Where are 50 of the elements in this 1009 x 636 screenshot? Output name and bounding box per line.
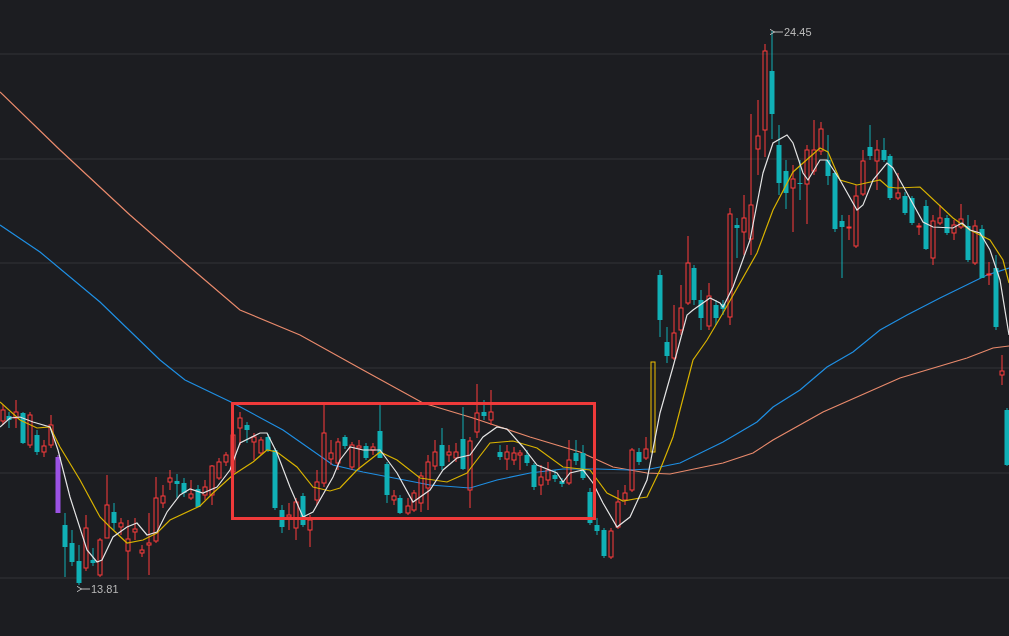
- rising-candle: [13, 399, 19, 429]
- falling-candle: [244, 421, 250, 444]
- rising-candle: [999, 354, 1005, 386]
- rising-candle: [370, 442, 376, 456]
- falling-candle: [377, 404, 383, 459]
- rising-candle: [874, 139, 880, 191]
- falling-candle: [342, 434, 348, 450]
- rising-candle: [790, 164, 796, 233]
- high-marker-arrow: [769, 28, 784, 36]
- falling-candle: [481, 399, 487, 421]
- falling-candle: [6, 411, 12, 429]
- rising-candle: [643, 436, 649, 461]
- falling-candle: [195, 484, 201, 508]
- falling-candle: [90, 547, 96, 567]
- rising-candle: [188, 479, 194, 501]
- rising-candle: [895, 172, 901, 201]
- falling-candle: [965, 214, 971, 263]
- high-price-label: 24.45: [784, 26, 812, 38]
- falling-candle: [384, 461, 390, 504]
- falling-candle: [439, 427, 445, 471]
- falling-candle: [1004, 407, 1009, 467]
- falling-candle: [20, 411, 26, 445]
- rising-candle: [0, 404, 6, 426]
- marked-candle: [55, 454, 61, 514]
- falling-candle: [867, 124, 873, 161]
- falling-candle: [923, 199, 929, 251]
- rising-candle: [916, 222, 922, 236]
- falling-candle: [734, 217, 740, 259]
- rising-candle: [986, 261, 992, 286]
- rising-candle: [972, 219, 978, 266]
- rising-candle: [706, 282, 712, 331]
- falling-candle: [363, 442, 369, 461]
- falling-candle: [34, 429, 40, 456]
- rising-candle: [566, 439, 572, 486]
- falling-candle: [397, 494, 403, 515]
- rising-candle: [27, 411, 33, 449]
- rising-candle: [307, 514, 313, 548]
- falling-candle: [300, 492, 306, 528]
- falling-candle: [460, 406, 466, 471]
- falling-candle: [797, 159, 803, 201]
- falling-candle: [111, 502, 117, 531]
- falling-candle: [636, 447, 642, 466]
- falling-candle: [944, 214, 950, 236]
- low-price-label: 13.81: [91, 583, 119, 595]
- low-marker-arrow: [76, 585, 91, 593]
- rising-candle: [391, 489, 397, 506]
- falling-candle: [979, 224, 985, 279]
- rising-candle: [83, 514, 89, 572]
- rising-candle: [488, 389, 494, 426]
- falling-candle: [497, 444, 503, 461]
